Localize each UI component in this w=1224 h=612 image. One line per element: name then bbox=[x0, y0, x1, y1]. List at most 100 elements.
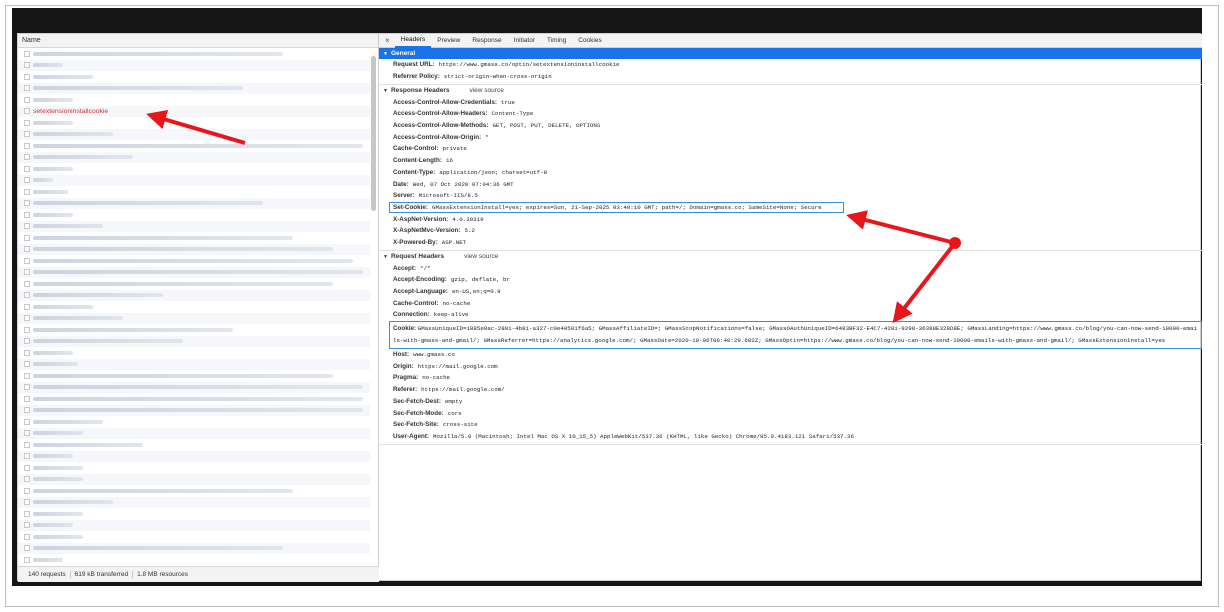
file-icon bbox=[24, 154, 30, 161]
request-row[interactable] bbox=[18, 485, 370, 497]
request-row[interactable] bbox=[18, 59, 370, 71]
request-row[interactable] bbox=[18, 347, 370, 359]
header-row: Connection: keep-alive bbox=[379, 309, 1202, 321]
header-row: Cache-Control: no-cache bbox=[379, 297, 1202, 309]
request-row[interactable] bbox=[18, 174, 370, 186]
file-icon bbox=[24, 165, 30, 172]
redacted-request-name bbox=[33, 419, 103, 424]
request-row[interactable] bbox=[18, 278, 370, 290]
request-row[interactable] bbox=[18, 312, 370, 324]
request-row[interactable] bbox=[18, 209, 370, 221]
header-value: 16 bbox=[445, 157, 453, 165]
request-row[interactable] bbox=[18, 82, 370, 94]
file-icon bbox=[24, 349, 30, 356]
file-icon bbox=[24, 510, 30, 517]
request-row[interactable] bbox=[18, 289, 370, 301]
header-value: 4.0.30319 bbox=[452, 215, 484, 223]
request-row[interactable] bbox=[18, 255, 370, 267]
request-row[interactable] bbox=[18, 232, 370, 244]
request-row[interactable] bbox=[18, 450, 370, 462]
header-row: Referer: https://mail.google.com/ bbox=[379, 384, 1202, 396]
request-row[interactable] bbox=[18, 404, 370, 416]
request-row[interactable] bbox=[18, 531, 370, 543]
name-column-header[interactable]: Name bbox=[18, 34, 378, 48]
request-list-panel: Name setextensioninstallcookie 140 reque… bbox=[18, 34, 379, 582]
request-row[interactable] bbox=[18, 151, 370, 163]
tab-cookies[interactable]: Cookies bbox=[572, 34, 607, 48]
request-row[interactable] bbox=[18, 381, 370, 393]
tab-response[interactable]: Response bbox=[466, 34, 507, 48]
tab-headers[interactable]: Headers bbox=[394, 34, 432, 48]
header-key: Access-Control-Allow-Credentials: bbox=[393, 98, 497, 106]
file-icon bbox=[24, 372, 30, 379]
file-icon bbox=[24, 533, 30, 540]
request-row[interactable] bbox=[18, 243, 370, 255]
view-source-link[interactable]: view source bbox=[464, 253, 498, 260]
request-row[interactable] bbox=[18, 128, 370, 140]
header-value: GMassExtensionInstall=yes; expires=Sun, … bbox=[432, 203, 822, 211]
file-icon bbox=[24, 131, 30, 138]
header-key: Content-Length: bbox=[393, 157, 442, 165]
header-value: no-cache bbox=[442, 299, 471, 307]
file-icon bbox=[24, 430, 30, 437]
request-row[interactable] bbox=[18, 416, 370, 428]
request-row[interactable] bbox=[18, 117, 370, 129]
request-row[interactable] bbox=[18, 48, 370, 60]
tab-timing[interactable]: Timing bbox=[541, 34, 572, 48]
request-row[interactable] bbox=[18, 439, 370, 451]
request-row[interactable] bbox=[18, 186, 370, 198]
request-headers-header[interactable]: ▼ Request Headers view source bbox=[379, 251, 1202, 262]
header-value: Wed, 07 Oct 2020 07:04:36 GMT bbox=[412, 180, 514, 188]
resources-size: 1.8 MB resources bbox=[137, 571, 189, 578]
header-key: X-AspNetMvc-Version: bbox=[393, 227, 461, 235]
request-row[interactable] bbox=[18, 163, 370, 175]
request-row[interactable] bbox=[18, 427, 370, 439]
file-icon bbox=[24, 246, 30, 253]
request-row[interactable] bbox=[18, 301, 370, 313]
request-row[interactable] bbox=[18, 473, 370, 485]
tab-preview[interactable]: Preview bbox=[431, 34, 466, 48]
request-row[interactable] bbox=[18, 554, 370, 566]
response-headers-header[interactable]: ▼ Response Headers view source bbox=[379, 85, 1202, 96]
request-row-selected[interactable]: setextensioninstallcookie bbox=[18, 105, 370, 117]
file-icon bbox=[24, 211, 30, 218]
view-source-link[interactable]: view source bbox=[469, 87, 503, 94]
header-key: Accept-Language: bbox=[393, 288, 448, 296]
request-row[interactable] bbox=[18, 496, 370, 508]
request-row[interactable] bbox=[18, 266, 370, 278]
close-details-icon[interactable]: × bbox=[379, 36, 395, 45]
file-icon bbox=[24, 499, 30, 506]
tab-initiator[interactable]: Initiator bbox=[508, 34, 541, 48]
header-row: Origin: https://mail.google.com bbox=[379, 360, 1202, 372]
file-icon bbox=[24, 556, 30, 563]
request-row[interactable] bbox=[18, 94, 370, 106]
request-row[interactable] bbox=[18, 542, 370, 554]
header-row: X-Powered-By: ASP.NET bbox=[379, 237, 1202, 249]
header-key: Sec-Fetch-Dest: bbox=[393, 397, 441, 405]
file-icon bbox=[24, 177, 30, 184]
request-row[interactable] bbox=[18, 462, 370, 474]
request-row[interactable] bbox=[18, 197, 370, 209]
general-section-header[interactable]: ▼ General bbox=[379, 48, 1202, 59]
network-status-bar: 140 requests 619 kB transferred 1.8 MB r… bbox=[18, 566, 379, 582]
redacted-request-name bbox=[33, 523, 73, 528]
request-row[interactable] bbox=[18, 324, 370, 336]
request-row[interactable] bbox=[18, 393, 370, 405]
request-headers-section: ▼ Request Headers view source Accept: */*… bbox=[379, 251, 1202, 446]
request-list-scrollbar[interactable] bbox=[371, 56, 376, 211]
request-row[interactable] bbox=[18, 220, 370, 232]
request-row[interactable] bbox=[18, 71, 370, 83]
request-row[interactable] bbox=[18, 335, 370, 347]
request-row[interactable] bbox=[18, 358, 370, 370]
request-row[interactable] bbox=[18, 140, 370, 152]
header-key: Date: bbox=[393, 180, 409, 188]
header-value: empty bbox=[444, 397, 463, 405]
header-key: Set-Cookie: bbox=[393, 203, 428, 211]
header-value: https://www.gmass.co/optin/setextensioni… bbox=[438, 61, 620, 69]
file-icon bbox=[24, 395, 30, 402]
request-row[interactable] bbox=[18, 519, 370, 531]
request-row[interactable] bbox=[18, 508, 370, 520]
request-row[interactable] bbox=[18, 370, 370, 382]
file-icon bbox=[24, 223, 30, 230]
redacted-request-name bbox=[33, 51, 283, 56]
